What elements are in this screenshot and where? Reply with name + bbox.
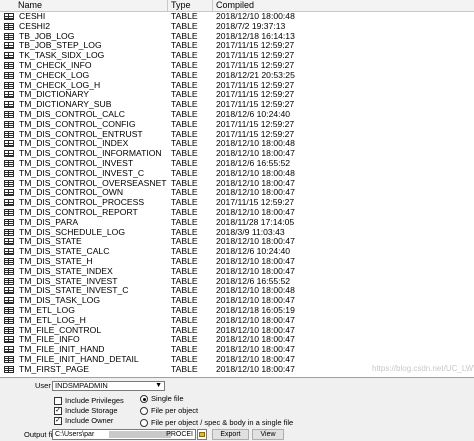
include-owner-checkbox[interactable]: ✓ xyxy=(54,417,62,425)
table-icon xyxy=(4,140,14,148)
user-label: User xyxy=(35,381,51,390)
browse-folder-icon[interactable] xyxy=(197,429,207,440)
row-name: TM_FIRST_PAGE xyxy=(19,363,90,374)
watermark: https://blog.csdn.net/UC_LWW xyxy=(372,364,474,373)
single-file-radio[interactable] xyxy=(140,395,148,403)
include-privileges-label: Include Privileges xyxy=(65,396,124,405)
table-icon xyxy=(4,365,14,373)
table-icon xyxy=(4,91,14,99)
include-privileges-checkbox[interactable] xyxy=(54,397,62,405)
table-icon xyxy=(4,267,14,275)
row-compiled: 2018/12/10 18:00:47 xyxy=(216,363,295,374)
table-icon xyxy=(4,159,14,167)
table-icon xyxy=(4,71,14,79)
table-icon xyxy=(4,120,14,128)
include-storage-label: Include Storage xyxy=(65,406,118,415)
file-per-object-radio[interactable] xyxy=(140,407,148,415)
table-icon xyxy=(4,110,14,118)
user-select-value: INDSMPADMIN xyxy=(55,381,108,390)
table-icon xyxy=(4,287,14,295)
table-icon xyxy=(4,32,14,40)
column-header-compiled[interactable]: Compiled xyxy=(213,0,474,11)
column-header-name[interactable]: Name xyxy=(0,0,168,11)
check-icon: ✓ xyxy=(55,407,61,414)
table-icon xyxy=(4,297,14,305)
table-icon xyxy=(4,13,14,20)
table-icon xyxy=(4,199,14,207)
output-file-path-end: PROCEI xyxy=(166,431,193,438)
include-storage-checkbox[interactable]: ✓ xyxy=(54,407,62,415)
table-icon xyxy=(4,130,14,138)
table-icon xyxy=(4,238,14,246)
row-type: TABLE xyxy=(171,363,198,374)
include-owner-label: Include Owner xyxy=(65,416,114,425)
table-icon xyxy=(4,169,14,177)
table-icon xyxy=(4,326,14,334)
table-icon xyxy=(4,150,14,158)
table-icon xyxy=(4,42,14,50)
chevron-down-icon[interactable]: ▼ xyxy=(155,382,162,390)
file-per-object-spec-body-label: File per object / spec & body in a singl… xyxy=(151,418,294,427)
table-icon xyxy=(4,218,14,226)
check-icon: ✓ xyxy=(55,417,61,424)
object-rows: CESHI TABLE 2018/12/10 18:00:48 CESHI2 TABLE… xyxy=(0,11,474,374)
table-icon xyxy=(4,316,14,324)
table-icon xyxy=(4,336,14,344)
column-header-type[interactable]: Type xyxy=(168,0,213,11)
table-icon xyxy=(4,346,14,354)
single-file-label: Single file xyxy=(151,394,184,403)
view-button[interactable]: View xyxy=(252,429,284,440)
table-icon xyxy=(4,208,14,216)
table-icon xyxy=(4,61,14,69)
table-icon xyxy=(4,257,14,265)
table-icon xyxy=(4,277,14,285)
export-button[interactable]: Export xyxy=(212,429,249,440)
table-icon xyxy=(4,248,14,256)
table-icon xyxy=(4,52,14,60)
object-list[interactable]: Name Type Compiled CESHI TABLE 2018/12/10 … xyxy=(0,0,474,378)
table-icon xyxy=(4,189,14,197)
table-icon xyxy=(4,101,14,109)
output-file-path-start: C:\Users\par xyxy=(55,431,95,438)
table-icon xyxy=(4,22,14,30)
table-icon xyxy=(4,179,14,187)
file-per-object-spec-body-radio[interactable] xyxy=(140,419,148,427)
file-per-object-label: File per object xyxy=(151,406,199,415)
table-icon xyxy=(4,306,14,314)
table-icon xyxy=(4,355,14,363)
redacted-path xyxy=(109,431,171,438)
export-options-panel: User INDSMPADMIN ▼ Include Privileges ✓ … xyxy=(0,378,474,441)
output-file-input[interactable]: C:\Users\par PROCEI xyxy=(52,429,196,440)
user-select[interactable]: INDSMPADMIN ▼ xyxy=(52,381,165,391)
table-icon xyxy=(4,228,14,236)
table-icon xyxy=(4,81,14,89)
